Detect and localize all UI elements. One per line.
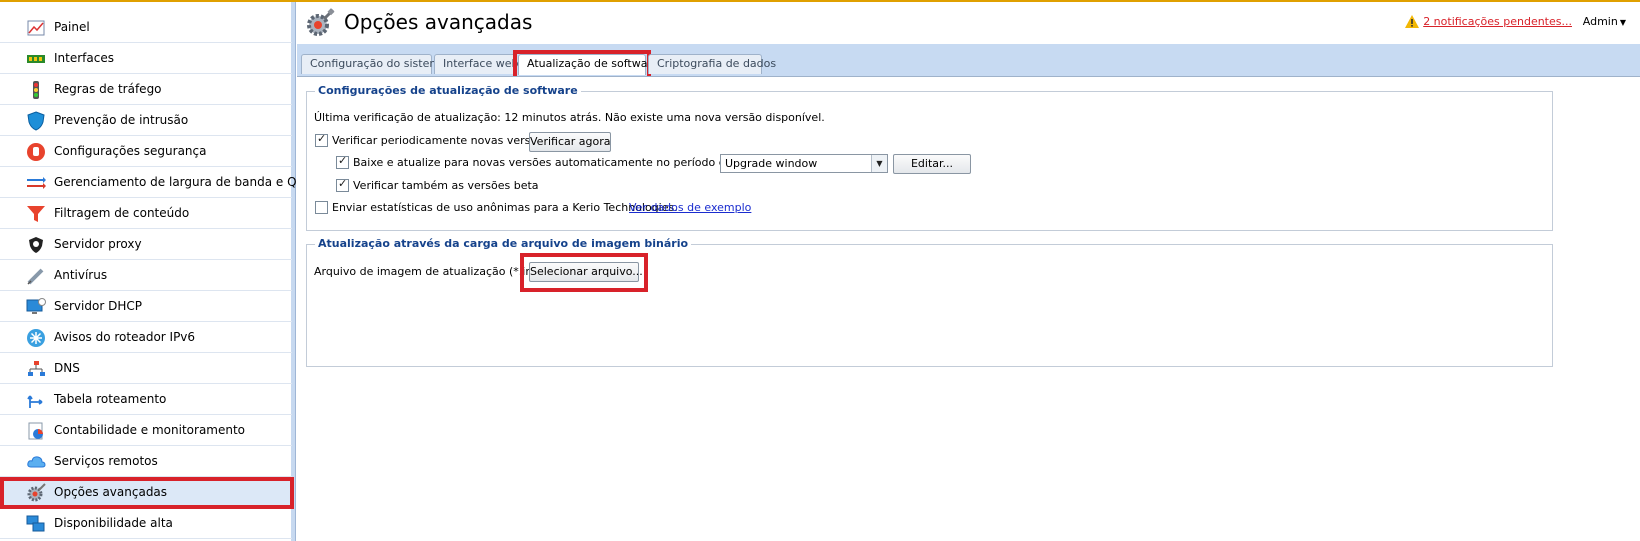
periodic-check-checkbox[interactable] bbox=[315, 132, 328, 147]
group-legend: Atualização através da carga de arquivo … bbox=[315, 237, 692, 250]
sidebar-item-label: Servidor proxy bbox=[54, 237, 142, 251]
select-value: Upgrade window bbox=[725, 157, 818, 170]
sidebar-item-servidor-dhcp[interactable]: Servidor DHCP bbox=[0, 291, 292, 322]
sidebar-item-label: Tabela roteamento bbox=[54, 392, 167, 406]
sidebar-item-tabela-roteamento[interactable]: Tabela roteamento bbox=[0, 384, 292, 415]
notifications-link[interactable]: 2 notificações pendentes... bbox=[1423, 15, 1572, 28]
beta-label: Verificar também as versões beta bbox=[353, 179, 539, 192]
network-card-icon bbox=[27, 55, 45, 63]
dashboard-icon bbox=[27, 20, 45, 36]
check-now-button[interactable]: Verificar agora bbox=[529, 132, 611, 152]
periodic-check-label: Verificar periodicamente novas versões bbox=[332, 134, 550, 147]
sidebar-item-label: Gerenciamento de largura de banda e QoS bbox=[54, 175, 312, 189]
chevron-down-icon: ▼ bbox=[871, 155, 887, 172]
tab-configuracao-sistema[interactable]: Configuração do sistema bbox=[301, 54, 447, 74]
chart-icon bbox=[28, 422, 43, 440]
bandwidth-icon bbox=[27, 177, 46, 189]
group-legend: Configurações de atualização de software bbox=[315, 84, 581, 97]
sidebar-item-ipv6[interactable]: Avisos do roteador IPv6 bbox=[0, 322, 292, 353]
sidebar-item-label: Configurações segurança bbox=[54, 144, 207, 158]
file-label: Arquivo de imagem de atualização (*.img)… bbox=[314, 265, 552, 278]
user-name: Admin bbox=[1582, 15, 1618, 28]
dns-tree-icon bbox=[28, 361, 45, 376]
binary-upload-group: Atualização através da carga de arquivo … bbox=[306, 237, 1553, 367]
select-file-button[interactable]: Selecionar arquivo... bbox=[529, 262, 643, 282]
app-window: Painel Interfaces Regras de tráfego Prev… bbox=[0, 0, 1640, 541]
sidebar-item-contabilidade[interactable]: Contabilidade e monitoramento bbox=[0, 415, 292, 446]
cloud-icon bbox=[27, 456, 46, 468]
content-area: Configuração do sistema Interface web At… bbox=[297, 44, 1640, 541]
page-header: Opções avançadas 2 notificações pendente… bbox=[297, 2, 1640, 44]
software-update-settings-group: Configurações de atualização de software… bbox=[306, 84, 1553, 231]
tab-interface-web[interactable]: Interface web bbox=[434, 54, 519, 74]
auto-update-checkbox[interactable] bbox=[336, 154, 349, 169]
page-title: Opções avançadas bbox=[344, 10, 533, 34]
sidebar-item-configuracoes-seguranca[interactable]: Configurações segurança bbox=[0, 136, 292, 167]
syringe-icon bbox=[27, 268, 44, 285]
sidebar-item-label: Servidor DHCP bbox=[54, 299, 142, 313]
sidebar-item-filtragem-conteudo[interactable]: Filtragem de conteúdo bbox=[0, 198, 292, 229]
sample-data-link[interactable]: Ver dados de exemplo bbox=[629, 201, 751, 214]
sidebar-item-label: Disponibilidade alta bbox=[54, 516, 173, 530]
sidebar-item-label: DNS bbox=[54, 361, 80, 375]
warning-icon bbox=[1405, 15, 1420, 28]
funnel-icon bbox=[27, 206, 45, 222]
sidebar-item-opcoes-avancadas[interactable]: Opções avançadas bbox=[0, 477, 294, 509]
notifications[interactable]: 2 notificações pendentes... bbox=[1405, 15, 1572, 28]
sidebar-item-label: Contabilidade e monitoramento bbox=[54, 423, 246, 437]
sidebar-item-painel[interactable]: Painel bbox=[0, 12, 292, 43]
sidebar-item-label: Filtragem de conteúdo bbox=[54, 206, 190, 220]
chevron-down-icon: ▼ bbox=[1619, 18, 1626, 27]
stop-hand-icon bbox=[27, 143, 45, 161]
beta-checkbox[interactable] bbox=[336, 177, 349, 192]
shield-icon bbox=[27, 111, 45, 131]
routing-icon bbox=[27, 395, 43, 408]
sidebar-item-interfaces[interactable]: Interfaces bbox=[0, 43, 292, 74]
ipv6-icon bbox=[27, 329, 45, 347]
main-area: Opções avançadas 2 notificações pendente… bbox=[297, 2, 1640, 541]
tab-criptografia-dados[interactable]: Criptografia de dados bbox=[648, 54, 776, 74]
ha-monitors-icon bbox=[26, 515, 45, 532]
sidebar-item-largura-banda-qos[interactable]: Gerenciamento de largura de banda e QoS bbox=[0, 167, 312, 198]
update-window-select[interactable]: Upgrade window ▼ bbox=[720, 154, 888, 173]
sidebar-item-regras-trafego[interactable]: Regras de tráfego bbox=[0, 74, 292, 105]
last-check-text: Última verificação de atualização: 12 mi… bbox=[314, 111, 825, 124]
traffic-light-icon bbox=[33, 81, 39, 99]
sidebar-item-antivirus[interactable]: Antivírus bbox=[0, 260, 292, 291]
tab-atualizacao-software[interactable]: Atualização de software bbox=[513, 50, 658, 80]
sidebar-item-disponibilidade-alta[interactable]: Disponibilidade alta bbox=[0, 508, 292, 539]
user-menu[interactable]: Admin ▼ bbox=[1583, 15, 1626, 28]
tab-panel: Configurações de atualização de software… bbox=[297, 76, 1640, 541]
sidebar-item-label: Antivírus bbox=[54, 268, 108, 282]
sidebar-item-label: Interfaces bbox=[54, 51, 114, 65]
proxy-icon bbox=[29, 237, 43, 253]
gear-icon bbox=[27, 483, 46, 502]
sidebar-item-label: Opções avançadas bbox=[54, 485, 168, 499]
sidebar-item-label: Avisos do roteador IPv6 bbox=[54, 330, 196, 344]
sidebar-item-servicos-remotos[interactable]: Serviços remotos bbox=[0, 446, 292, 477]
sidebar-item-prevencao-intrusao[interactable]: Prevenção de intrusão bbox=[0, 105, 292, 136]
sidebar-item-servidor-proxy[interactable]: Servidor proxy bbox=[0, 229, 292, 260]
advanced-options-gear-icon bbox=[307, 8, 335, 36]
sidebar-item-dns[interactable]: DNS bbox=[0, 353, 292, 384]
anonymous-stats-label: Enviar estatísticas de uso anônimas para… bbox=[332, 201, 678, 214]
edit-button[interactable]: Editar... bbox=[893, 154, 971, 174]
auto-update-label: Baixe e atualize para novas versões auto… bbox=[353, 156, 776, 169]
sidebar-item-label: Painel bbox=[54, 20, 90, 34]
sidebar-item-label: Serviços remotos bbox=[54, 454, 158, 468]
sidebar-item-label: Prevenção de intrusão bbox=[54, 113, 189, 127]
sidebar: Painel Interfaces Regras de tráfego Prev… bbox=[0, 2, 312, 541]
sidebar-item-label: Regras de tráfego bbox=[54, 82, 162, 96]
anonymous-stats-checkbox[interactable] bbox=[315, 201, 328, 214]
monitor-icon bbox=[26, 298, 46, 314]
